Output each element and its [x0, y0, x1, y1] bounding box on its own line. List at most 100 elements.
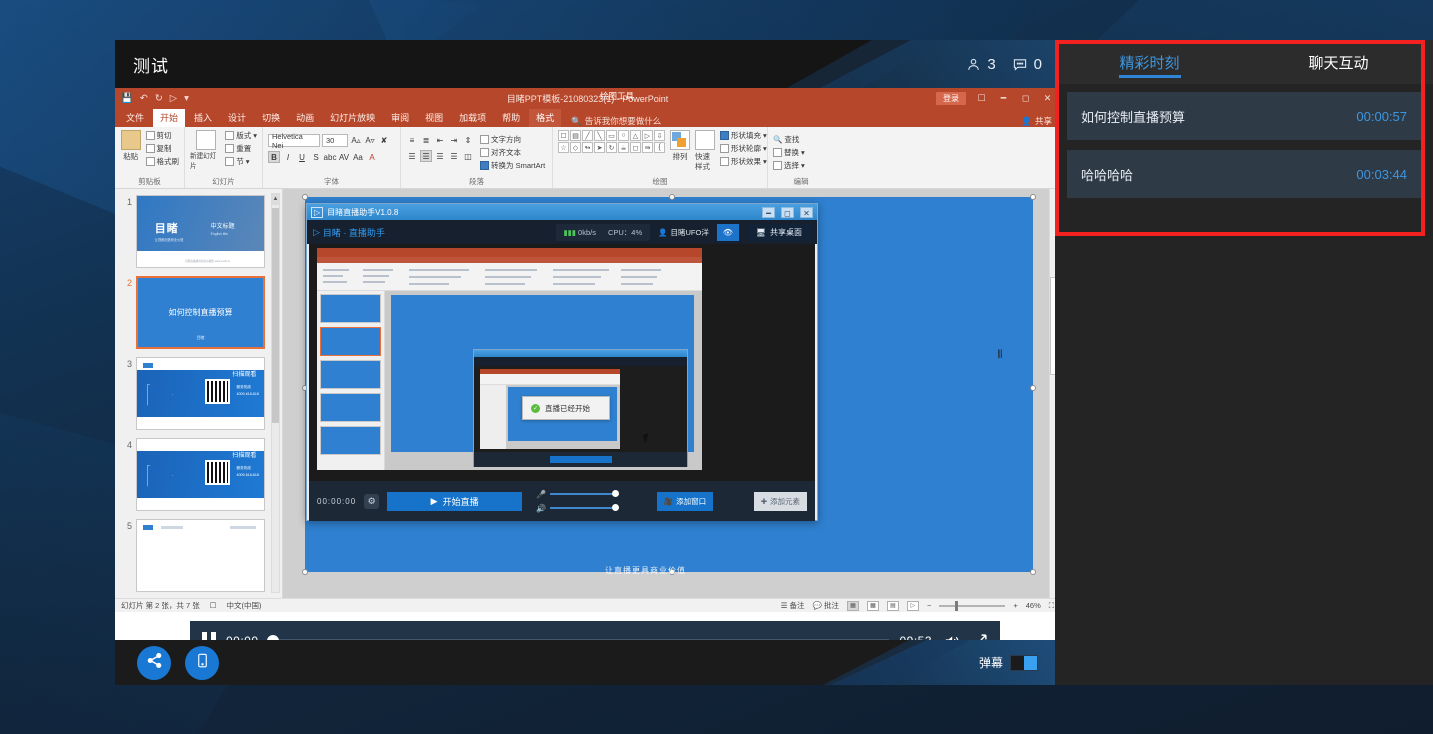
- resize-handle[interactable]: [1030, 384, 1036, 391]
- bullets-button[interactable]: ≡: [406, 134, 418, 146]
- slider-track[interactable]: [550, 504, 620, 511]
- slider-knob[interactable]: [612, 490, 620, 497]
- shape-effects-button[interactable]: 形状效果 ▾: [720, 156, 767, 167]
- slide-thumbnail-panel[interactable]: 1 目睹 让视频创造商业价值 中文标题 English title 目睹直播通用…: [115, 189, 283, 598]
- danmu-toggle-switch[interactable]: [1010, 654, 1038, 671]
- language-label[interactable]: 中文(中国): [227, 600, 262, 611]
- strikethrough-button[interactable]: abc: [324, 151, 337, 163]
- select-button[interactable]: 选择 ▾: [773, 160, 805, 171]
- slide-thumbnail[interactable]: 扫描观看 服务热线 4009-618-618: [136, 438, 265, 511]
- tab-addins[interactable]: 加载项: [452, 109, 493, 127]
- danmu-toggle-group[interactable]: 弹幕: [979, 654, 1038, 671]
- justify-button[interactable]: ☰: [448, 150, 460, 162]
- slide-thumbnail[interactable]: 扫描观看 服务热线 4009-618-618: [136, 357, 265, 430]
- minimize-icon[interactable]: ━: [997, 93, 1010, 104]
- mobile-view-button[interactable]: [185, 645, 219, 680]
- tab-view[interactable]: 视图: [418, 109, 450, 127]
- tab-transitions[interactable]: 切换: [255, 109, 287, 127]
- shape-icon[interactable]: ◻: [630, 142, 641, 153]
- slider-track[interactable]: [550, 490, 620, 497]
- reading-view-button[interactable]: ▤: [886, 600, 899, 611]
- tab-slideshow[interactable]: 幻灯片放映: [323, 109, 382, 127]
- shape-icon[interactable]: ▭: [606, 130, 617, 141]
- align-center-button[interactable]: ☰: [420, 150, 432, 162]
- helper-preview-canvas[interactable]: ✓ 直播已经开始: [309, 244, 815, 481]
- resize-handle[interactable]: [302, 194, 308, 200]
- list-item[interactable]: 哈哈哈哈 00:03:44: [1067, 150, 1421, 198]
- volume-icon[interactable]: [942, 633, 961, 640]
- tell-me-search[interactable]: 🔍 告诉我你想要做什么: [571, 115, 661, 127]
- eye-icon[interactable]: 👁: [716, 223, 739, 241]
- undo-icon[interactable]: ↶: [140, 93, 148, 104]
- slide-thumbnail-item[interactable]: 5: [119, 519, 282, 592]
- slide-thumbnail-item[interactable]: 2 如何控制直播预算 目睹: [119, 276, 282, 349]
- zoom-in-button[interactable]: +: [1013, 601, 1017, 610]
- numbering-button[interactable]: ≣: [420, 134, 432, 146]
- highlight-moments-list[interactable]: 如何控制直播预算 00:00:57 哈哈哈哈 00:03:44: [1055, 84, 1433, 198]
- presentation-icon[interactable]: ▷: [170, 93, 177, 104]
- comments-button[interactable]: 💬 批注: [813, 600, 839, 611]
- resize-handle[interactable]: [1030, 569, 1036, 575]
- powerpoint-ribbon-tabs[interactable]: 文件 开始 插入 设计 切换 动画 幻灯片放映 审阅 视图 加载项 帮助 格式 …: [115, 109, 1060, 127]
- tab-home[interactable]: 开始: [153, 109, 186, 127]
- shape-icon[interactable]: △: [630, 130, 641, 141]
- slide-sorter-view-button[interactable]: ▦: [866, 600, 879, 611]
- shape-icon[interactable]: ▷: [642, 130, 653, 141]
- underline-button[interactable]: U: [296, 151, 308, 163]
- maximize-icon[interactable]: ◻: [1019, 93, 1032, 104]
- line-spacing-button[interactable]: ⇕: [462, 134, 474, 146]
- fullscreen-icon[interactable]: [971, 633, 988, 640]
- quick-access-toolbar[interactable]: 💾 ↶ ↻ ▷ ▾: [121, 93, 189, 104]
- font-color-button[interactable]: A: [366, 151, 378, 163]
- shape-icon[interactable]: ☆: [558, 142, 569, 153]
- decrease-indent-button[interactable]: ⇤: [434, 134, 446, 146]
- normal-view-button[interactable]: ▦: [846, 600, 859, 611]
- resize-handle[interactable]: [1030, 194, 1036, 200]
- active-slide-canvas[interactable]: ≡≡ ▷ 目睹直播助手V1.0.8 ━ ◻ ✕ ▷ 目睹 · 直播助手 ▮▮▮ …: [302, 194, 1036, 575]
- shape-icon[interactable]: ╲: [594, 130, 605, 141]
- progress-knob[interactable]: [266, 635, 279, 640]
- shape-icon[interactable]: ⇩: [654, 130, 665, 141]
- resize-handle[interactable]: [302, 569, 308, 575]
- columns-button[interactable]: ◫: [462, 150, 474, 162]
- increase-indent-button[interactable]: ⇥: [448, 134, 460, 146]
- shape-icon[interactable]: ◇: [570, 142, 581, 153]
- convert-smartart-button[interactable]: 转换为 SmartArt: [480, 160, 545, 171]
- share-button[interactable]: 👤 共享: [1021, 115, 1052, 127]
- tab-review[interactable]: 审阅: [384, 109, 416, 127]
- powerpoint-ribbon[interactable]: 粘贴 剪切 复制 格式刷 剪贴板 新建幻灯片 版式 ▾ 重置 节 ▾ 幻灯片 H…: [115, 127, 1060, 189]
- save-icon[interactable]: 💾: [121, 93, 133, 104]
- signin-button[interactable]: 登录: [936, 92, 966, 105]
- start-stream-button[interactable]: ▶ 开始直播: [387, 491, 523, 511]
- gear-icon[interactable]: ⚙: [364, 493, 380, 509]
- shape-fill-button[interactable]: 形状填充 ▾: [720, 130, 767, 141]
- font-size-input[interactable]: 30: [322, 134, 348, 147]
- shape-icon[interactable]: ☕: [618, 142, 629, 153]
- helper-user[interactable]: 👤 目睹UFO洋: [658, 227, 709, 238]
- add-window-button[interactable]: 🎥 添加窗口: [656, 491, 714, 511]
- slide-thumbnail[interactable]: 目睹 让视频创造商业价值 中文标题 English title 目睹直播通用的演…: [136, 195, 265, 268]
- video-player-controls[interactable]: 00:00 09:53: [190, 621, 1000, 640]
- copy-button[interactable]: 复制: [145, 143, 180, 154]
- scroll-up-arrow-icon[interactable]: ▲: [272, 194, 279, 205]
- replace-button[interactable]: 替换 ▾: [773, 147, 805, 158]
- slide-thumbnail-selected[interactable]: 如何控制直播预算 目睹: [136, 276, 265, 349]
- zoom-out-button[interactable]: −: [927, 601, 931, 610]
- add-element-button[interactable]: ✚ 添加元素: [753, 491, 807, 511]
- shape-icon[interactable]: ↻: [606, 142, 617, 153]
- shape-outline-button[interactable]: 形状轮廓 ▾: [720, 143, 767, 154]
- shape-icon[interactable]: ↬: [582, 142, 593, 153]
- arrange-button[interactable]: 排列: [670, 130, 690, 162]
- section-button[interactable]: 节 ▾: [225, 156, 257, 167]
- text-direction-button[interactable]: 文字方向: [480, 134, 545, 145]
- maximize-icon[interactable]: ◻: [781, 206, 794, 218]
- tab-highlight-moments[interactable]: 精彩时刻: [1055, 40, 1244, 84]
- slide-thumbnail[interactable]: [136, 519, 265, 592]
- new-slide-button[interactable]: 新建幻灯片: [190, 130, 221, 172]
- clear-formatting-button[interactable]: ✘: [378, 135, 390, 147]
- minimize-icon[interactable]: ━: [762, 206, 775, 218]
- quick-styles-button[interactable]: 快速样式: [695, 130, 715, 172]
- slideshow-view-button[interactable]: ▷: [906, 600, 919, 611]
- paste-button[interactable]: 粘贴: [120, 130, 142, 162]
- slide-thumbnail-item[interactable]: 1 目睹 让视频创造商业价值 中文标题 English title 目睹直播通用…: [119, 195, 282, 268]
